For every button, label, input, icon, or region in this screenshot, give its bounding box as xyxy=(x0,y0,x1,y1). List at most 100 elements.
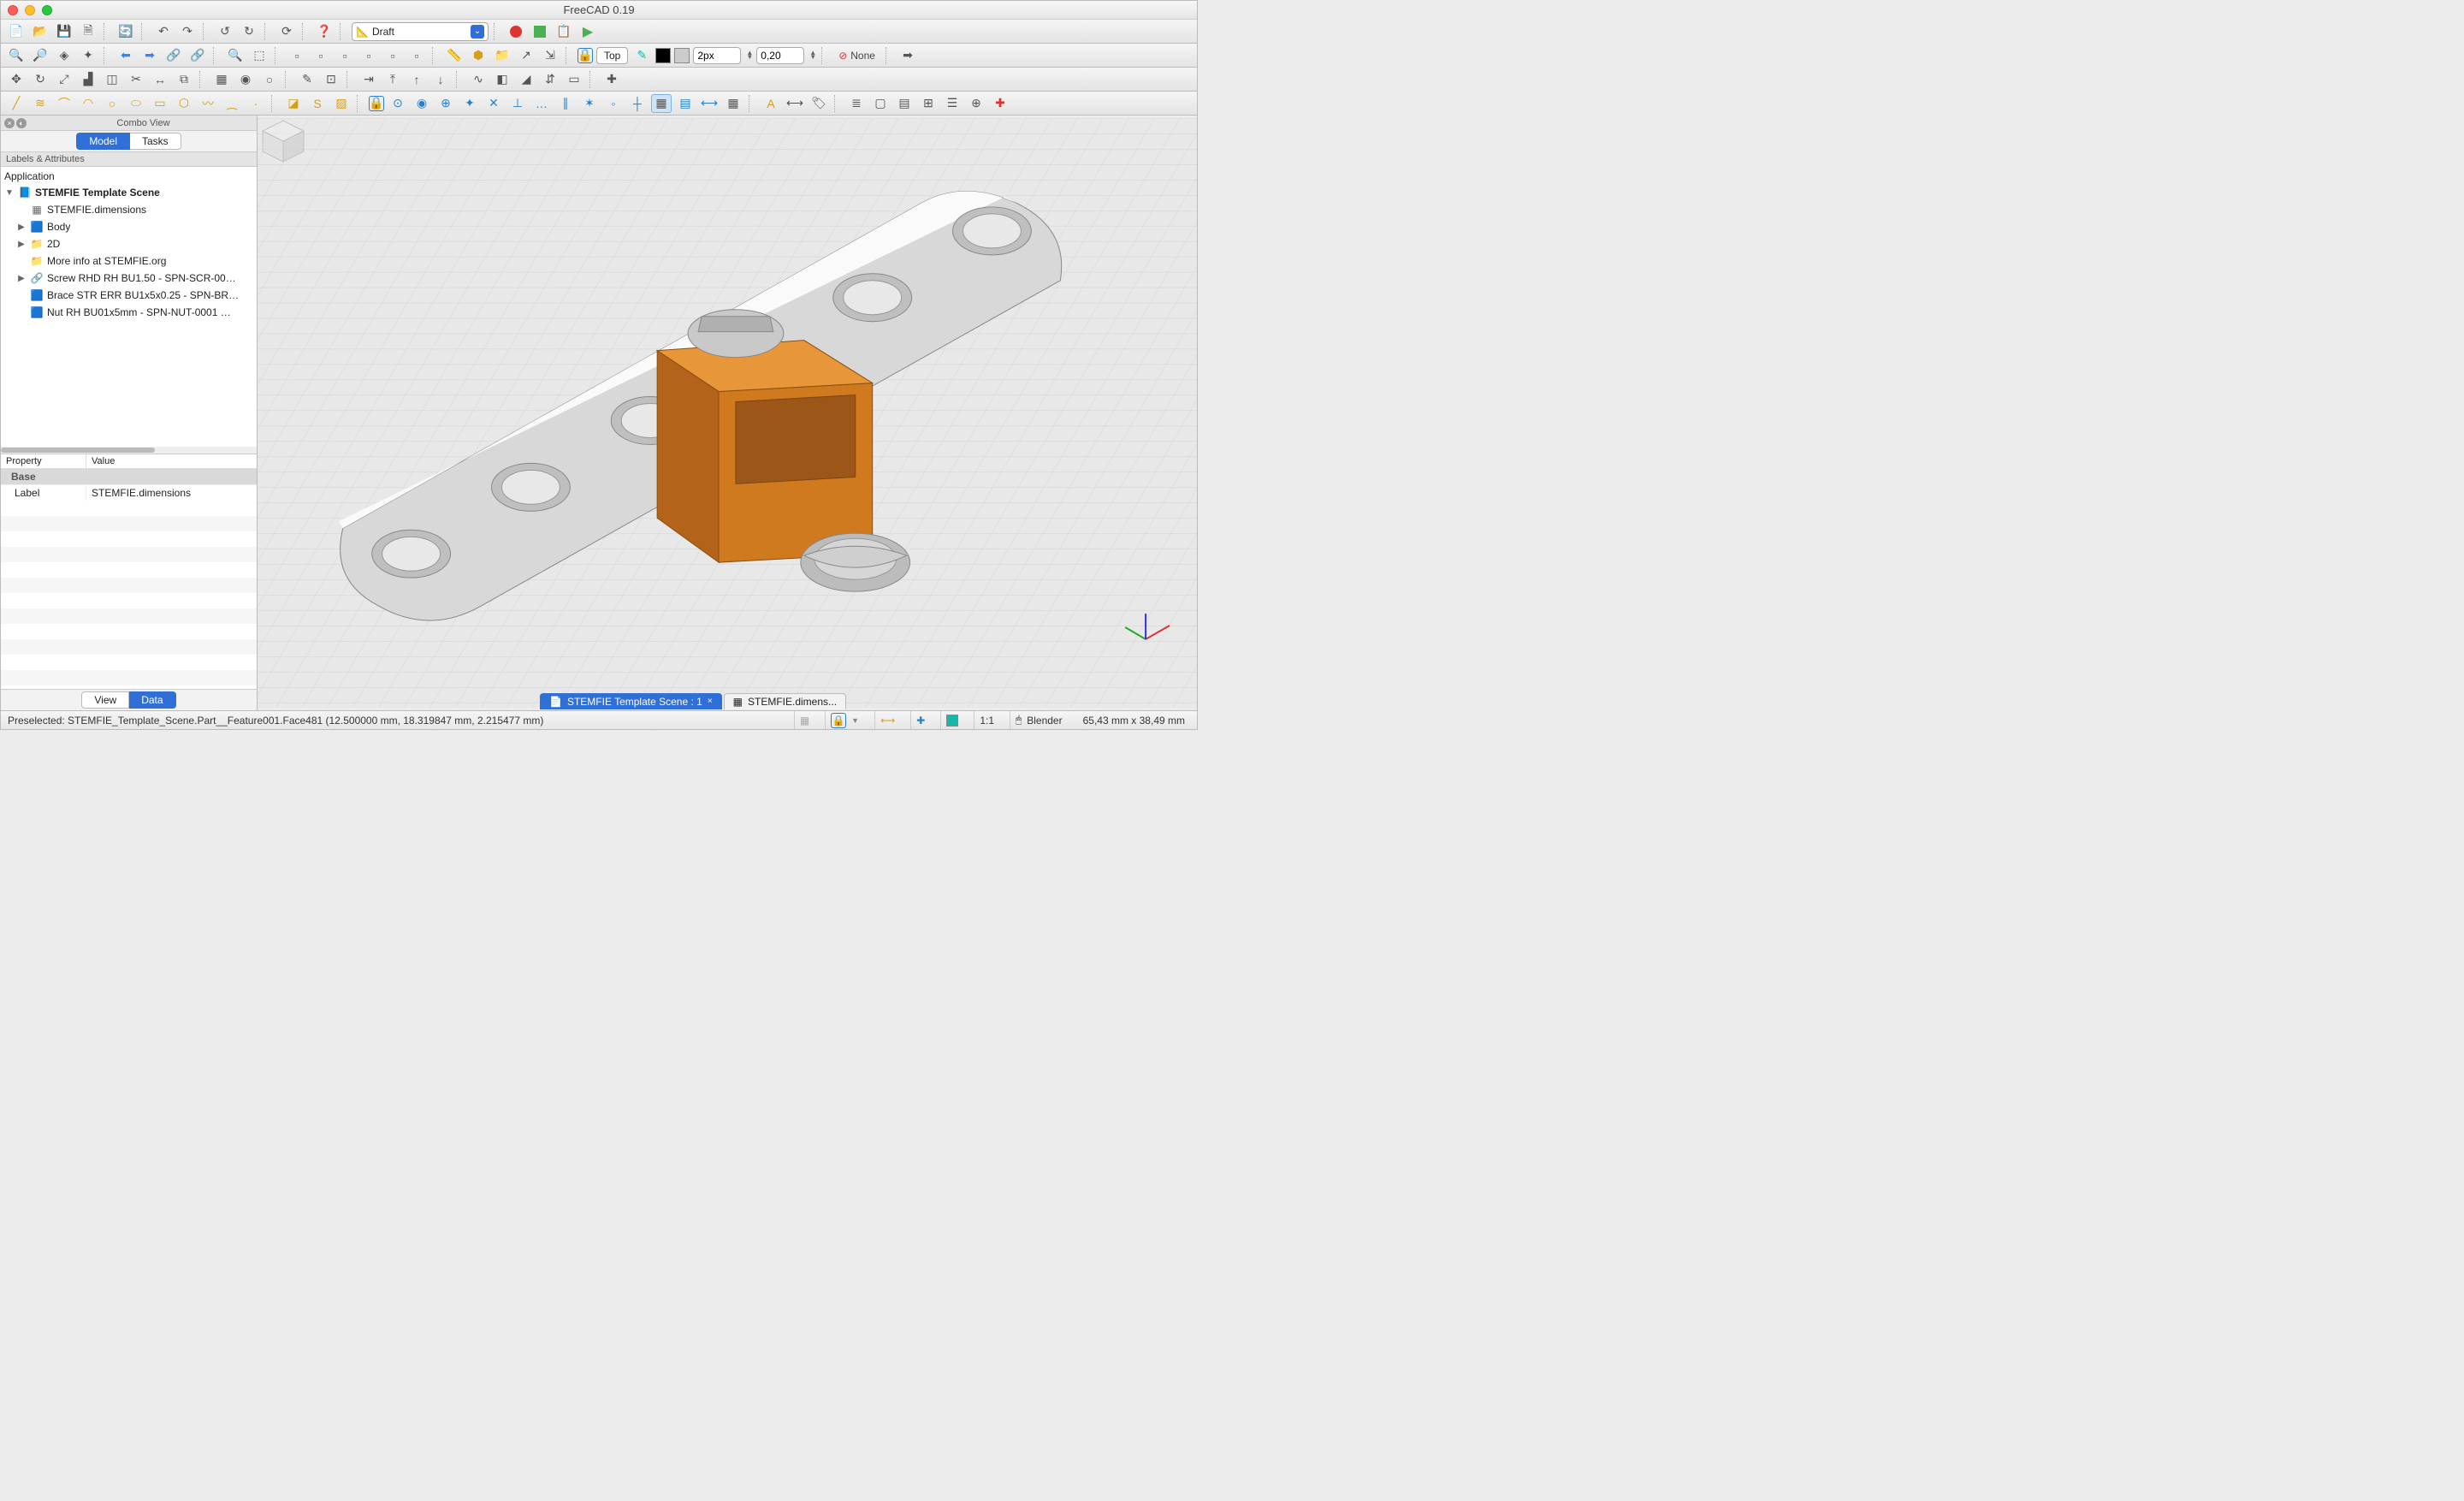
face-color-swatch[interactable] xyxy=(674,48,690,63)
arc-icon[interactable]: ◠ xyxy=(78,94,98,113)
undo-icon[interactable]: ↶ xyxy=(153,22,174,41)
undo-dropdown-icon[interactable]: ↺ xyxy=(215,22,235,41)
rotate-icon[interactable]: ↻ xyxy=(30,70,50,89)
refresh-icon[interactable]: 🔄 xyxy=(116,22,136,41)
tree-row[interactable]: ▶🟦Body xyxy=(1,218,257,235)
nav-back-icon[interactable]: ⬅ xyxy=(116,46,136,65)
nav-style[interactable]: Blender xyxy=(1027,715,1062,727)
link-nav2-icon[interactable]: 🔗 xyxy=(187,46,208,65)
construction-mode-icon[interactable]: ➡ xyxy=(897,46,918,65)
working-plane-button[interactable]: Top xyxy=(596,47,628,64)
property-row-label[interactable]: Label STEMFIE.dimensions xyxy=(1,484,257,501)
flip-dim-icon[interactable]: ⇵ xyxy=(540,70,560,89)
snap-status-icon[interactable]: 🔒 xyxy=(831,713,846,728)
panel-close-icon[interactable]: × xyxy=(4,118,15,128)
line-icon[interactable]: ╱ xyxy=(6,94,27,113)
macro-list-icon[interactable]: 📋 xyxy=(554,22,574,41)
offset-icon[interactable]: ◫ xyxy=(102,70,122,89)
subelement-icon[interactable]: ⊡ xyxy=(321,70,341,89)
lock-snap-icon[interactable]: 🔒 xyxy=(578,48,593,63)
axis-icon[interactable]: ✦ xyxy=(78,46,98,65)
ortho-status-icon[interactable]: ✚ xyxy=(916,715,925,727)
macro-stop-icon[interactable] xyxy=(530,22,550,41)
ellipse-icon[interactable]: ⬭ xyxy=(126,94,146,113)
edit-icon[interactable]: ✎ xyxy=(297,70,317,89)
save-icon[interactable]: 💾 xyxy=(54,22,74,41)
move-icon[interactable]: ✥ xyxy=(6,70,27,89)
polar-array-icon[interactable]: ◉ xyxy=(235,70,256,89)
snap-midpoint-icon[interactable]: ◉ xyxy=(412,94,432,113)
snap-perp-icon[interactable]: ⊥ xyxy=(507,94,528,113)
wp-proxy-icon[interactable]: ▢ xyxy=(870,94,891,113)
recompute-icon[interactable]: ⟳ xyxy=(276,22,297,41)
tasks-tab[interactable]: Tasks xyxy=(130,133,181,150)
tree-row[interactable]: ▶📁2D xyxy=(1,235,257,252)
circ-array-icon[interactable]: ○ xyxy=(259,70,280,89)
document-tab-scene[interactable]: 📄 STEMFIE Template Scene : 1 × xyxy=(540,693,722,709)
clone-icon[interactable]: ⧉ xyxy=(174,70,194,89)
point-icon[interactable]: · xyxy=(246,94,266,113)
tree-toggle-icon[interactable]: ▶ xyxy=(16,240,27,249)
rectangle-icon[interactable]: ▭ xyxy=(150,94,170,113)
upgrade-icon[interactable]: ↑ xyxy=(406,70,427,89)
link-actions-icon[interactable]: ⇲ xyxy=(540,46,560,65)
bspline-icon[interactable]: 〰 xyxy=(198,94,218,113)
snap-ext-icon[interactable]: … xyxy=(531,94,552,113)
tree-row[interactable]: 🟦Nut RH BU01x5mm - SPN-NUT-0001 … xyxy=(1,304,257,321)
close-tab-icon[interactable]: × xyxy=(708,697,713,706)
shape2d-icon[interactable]: ▭ xyxy=(564,70,584,89)
draft2sketch-icon[interactable]: ◧ xyxy=(492,70,512,89)
view-right-icon[interactable]: ▫ xyxy=(335,46,355,65)
shapestring-icon[interactable]: S xyxy=(307,94,328,113)
grid-toggle-icon[interactable]: ▦ xyxy=(800,715,809,727)
fit-selection-icon[interactable]: 🔎 xyxy=(30,46,50,65)
fillet-icon[interactable]: ⌒ xyxy=(54,94,74,113)
link-make-icon[interactable]: ↗ xyxy=(516,46,536,65)
tree-row[interactable]: ▦STEMFIE.dimensions xyxy=(1,201,257,218)
add-constr-icon[interactable]: ⊕ xyxy=(966,94,986,113)
snap-intersect-icon[interactable]: ✕ xyxy=(483,94,504,113)
viewport-3d[interactable]: 📄 STEMFIE Template Scene : 1 × ▦ STEMFIE… xyxy=(258,116,1197,710)
navigation-cube[interactable] xyxy=(258,116,309,167)
new-file-icon[interactable]: 📄 xyxy=(6,22,27,41)
tree-row[interactable]: ▶🔗Screw RHD RH BU1.50 - SPN-SCR-00… xyxy=(1,270,257,287)
tree-application[interactable]: Application xyxy=(1,169,257,184)
toggle-grid-icon[interactable]: ▦ xyxy=(723,94,743,113)
bezier-icon[interactable]: ⁔ xyxy=(222,94,242,113)
trimex-icon[interactable]: ✂ xyxy=(126,70,146,89)
select-group-icon[interactable]: ☰ xyxy=(942,94,962,113)
tree-row[interactable]: 📁More info at STEMFIE.org xyxy=(1,252,257,270)
view-iso-icon[interactable]: ⬚ xyxy=(249,46,270,65)
whats-this-icon[interactable]: ❓ xyxy=(314,22,335,41)
model-tree[interactable]: Application ▼📘STEMFIE Template Scene▦STE… xyxy=(1,167,257,447)
save-as-icon[interactable]: 🗎 xyxy=(78,22,98,41)
tree-toggle-icon[interactable]: ▼ xyxy=(4,188,15,198)
autogroup-button[interactable]: ⊘None xyxy=(833,50,880,62)
line-width-input[interactable] xyxy=(693,47,741,64)
view-bottom-icon[interactable]: ▫ xyxy=(382,46,403,65)
isometric-icon[interactable]: ◈ xyxy=(54,46,74,65)
layer-icon[interactable]: ≣ xyxy=(846,94,867,113)
measure-icon[interactable]: 📏 xyxy=(444,46,465,65)
view-front-icon[interactable]: ▫ xyxy=(287,46,307,65)
view-tab[interactable]: View xyxy=(81,691,129,709)
tree-row[interactable]: 🟦Brace STR ERR BU1x5x0.25 - SPN-BR… xyxy=(1,287,257,304)
macro-run-icon[interactable]: ▶ xyxy=(578,22,598,41)
join-icon[interactable]: ⇥ xyxy=(358,70,379,89)
view-rear-icon[interactable]: ▫ xyxy=(358,46,379,65)
model-tab[interactable]: Model xyxy=(76,133,130,150)
redo-dropdown-icon[interactable]: ↻ xyxy=(239,22,259,41)
tree-toggle-icon[interactable]: ▶ xyxy=(16,222,27,232)
snap-wp-icon[interactable]: ▤ xyxy=(675,94,696,113)
snap-grid-icon[interactable]: ▦ xyxy=(651,94,672,113)
tree-toggle-icon[interactable]: ▶ xyxy=(16,274,27,283)
snap-parallel-icon[interactable]: ∥ xyxy=(555,94,576,113)
zoom-to-icon[interactable]: 🔍 xyxy=(225,46,246,65)
downgrade-icon[interactable]: ↓ xyxy=(430,70,451,89)
panel-float-icon[interactable]: ◐ xyxy=(16,118,27,128)
link-nav-icon[interactable]: 🔗 xyxy=(163,46,184,65)
hatch-icon[interactable]: ▨ xyxy=(331,94,352,113)
snap-dims-icon[interactable]: ⟷ xyxy=(699,94,720,113)
snap-endpoint-icon[interactable]: ⊙ xyxy=(388,94,408,113)
open-file-icon[interactable]: 📂 xyxy=(30,22,50,41)
